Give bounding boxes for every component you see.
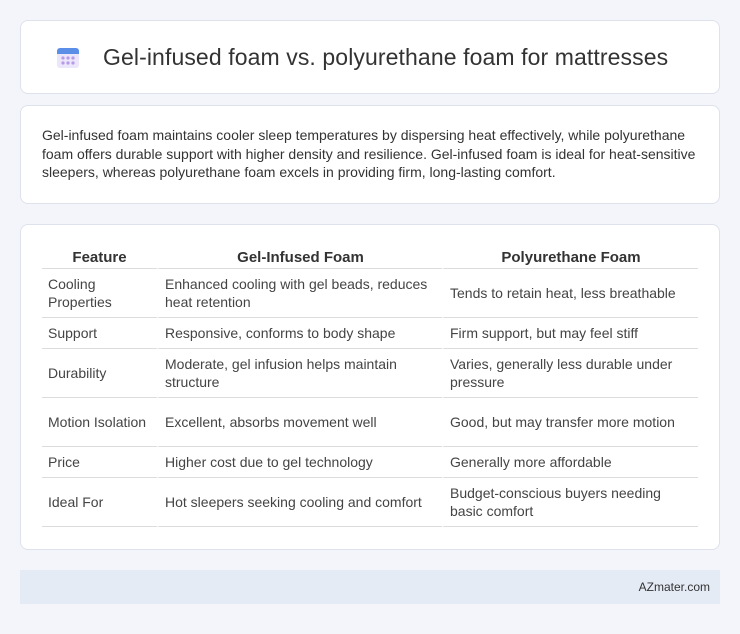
header-feature: Feature	[42, 243, 157, 269]
gel-cell: Higher cost due to gel technology	[157, 447, 442, 478]
feature-cell: Ideal For	[42, 478, 157, 527]
feature-cell: Price	[42, 447, 157, 478]
page-title: Gel-infused foam vs. polyurethane foam f…	[103, 43, 669, 70]
poly-cell: Good, but may transfer more motion	[442, 398, 698, 447]
feature-cell: Durability	[42, 349, 157, 398]
gel-cell: Responsive, conforms to body shape	[157, 318, 442, 349]
poly-cell: Tends to retain heat, less breathable	[442, 269, 698, 318]
table-row: Motion Isolation Excellent, absorbs move…	[42, 398, 698, 447]
gel-cell: Hot sleepers seeking cooling and comfort	[157, 478, 442, 527]
table-row: Price Higher cost due to gel technology …	[42, 447, 698, 478]
feature-cell: Motion Isolation	[42, 398, 157, 447]
footer: AZmater.com	[20, 570, 720, 604]
table-row: Ideal For Hot sleepers seeking cooling a…	[42, 478, 698, 527]
table-header-row: Feature Gel-Infused Foam Polyurethane Fo…	[42, 243, 698, 269]
gel-cell: Excellent, absorbs movement well	[157, 398, 442, 447]
header-polyurethane-foam: Polyurethane Foam	[442, 243, 698, 269]
header-gel-infused-foam: Gel-Infused Foam	[157, 243, 442, 269]
poly-cell: Generally more affordable	[442, 447, 698, 478]
footer-site-name: AZmater.com	[638, 580, 710, 594]
table-row: Cooling Properties Enhanced cooling with…	[42, 269, 698, 318]
poly-cell: Varies, generally less durable under pre…	[442, 349, 698, 398]
calendar-icon	[55, 44, 81, 70]
comparison-table: Feature Gel-Infused Foam Polyurethane Fo…	[42, 243, 698, 527]
comparison-table-card: Feature Gel-Infused Foam Polyurethane Fo…	[20, 224, 720, 550]
gel-cell: Moderate, gel infusion helps maintain st…	[157, 349, 442, 398]
summary-text: Gel-infused foam maintains cooler sleep …	[42, 127, 696, 180]
table-row: Support Responsive, conforms to body sha…	[42, 318, 698, 349]
title-card: Gel-infused foam vs. polyurethane foam f…	[20, 20, 720, 94]
feature-cell: Cooling Properties	[42, 269, 157, 318]
gel-cell: Enhanced cooling with gel beads, reduces…	[157, 269, 442, 318]
poly-cell: Firm support, but may feel stiff	[442, 318, 698, 349]
feature-cell: Support	[42, 318, 157, 349]
table-row: Durability Moderate, gel infusion helps …	[42, 349, 698, 398]
poly-cell: Budget-conscious buyers needing basic co…	[442, 478, 698, 527]
summary-card: Gel-infused foam maintains cooler sleep …	[20, 105, 720, 204]
